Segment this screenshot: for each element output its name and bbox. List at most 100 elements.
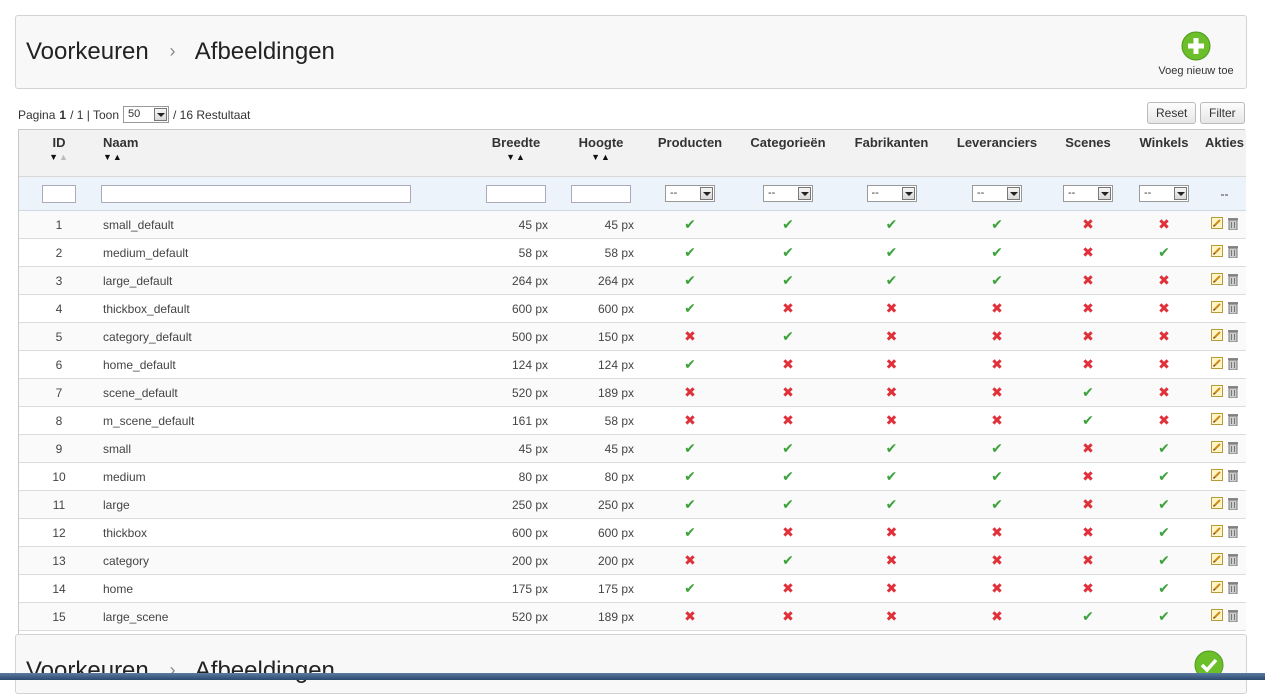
pencil-icon[interactable] [1211,581,1223,594]
pencil-icon[interactable] [1211,385,1223,398]
check-icon[interactable]: ✔ [782,468,794,484]
cross-icon[interactable]: ✖ [1082,356,1094,372]
trash-icon[interactable] [1228,217,1238,230]
cross-icon[interactable]: ✖ [1158,328,1170,344]
check-icon[interactable]: ✔ [991,440,1003,456]
check-icon[interactable]: ✔ [782,216,794,232]
trash-icon[interactable] [1228,301,1238,314]
trash-icon[interactable] [1228,525,1238,538]
cross-icon[interactable]: ✖ [782,412,794,428]
cross-icon[interactable]: ✖ [991,300,1003,316]
cross-icon[interactable]: ✖ [886,608,898,624]
cross-icon[interactable]: ✖ [1082,552,1094,568]
cross-icon[interactable]: ✖ [886,384,898,400]
check-icon[interactable]: ✔ [684,440,696,456]
cross-icon[interactable]: ✖ [886,356,898,372]
filter-width-input[interactable] [486,184,546,203]
cross-icon[interactable]: ✖ [1082,580,1094,596]
trash-icon[interactable] [1228,469,1238,482]
cross-icon[interactable]: ✖ [886,300,898,316]
cross-icon[interactable]: ✖ [991,580,1003,596]
pencil-icon[interactable] [1211,441,1223,454]
cross-icon[interactable]: ✖ [886,524,898,540]
pencil-icon[interactable] [1211,301,1223,314]
sort-width-icon[interactable]: ▼▲ [475,152,557,163]
filter-categories-select[interactable]: -- [763,185,813,202]
check-icon[interactable]: ✔ [886,216,898,232]
check-icon[interactable]: ✔ [886,496,898,512]
cross-icon[interactable]: ✖ [782,300,794,316]
check-icon[interactable]: ✔ [1082,608,1094,624]
cross-icon[interactable]: ✖ [782,580,794,596]
cross-icon[interactable]: ✖ [1082,496,1094,512]
pencil-icon[interactable] [1211,273,1223,286]
check-icon[interactable]: ✔ [991,496,1003,512]
check-icon[interactable]: ✔ [991,244,1003,260]
check-icon[interactable]: ✔ [991,272,1003,288]
cross-icon[interactable]: ✖ [684,608,696,624]
pencil-icon[interactable] [1211,357,1223,370]
trash-icon[interactable] [1228,609,1238,622]
check-icon[interactable]: ✔ [684,216,696,232]
filter-scenes-select[interactable]: -- [1063,185,1113,202]
cross-icon[interactable]: ✖ [782,384,794,400]
filter-id-input[interactable] [42,184,76,203]
check-icon[interactable]: ✔ [1158,524,1170,540]
trash-icon[interactable] [1228,581,1238,594]
pencil-icon[interactable] [1211,245,1223,258]
cross-icon[interactable]: ✖ [684,328,696,344]
cross-icon[interactable]: ✖ [1082,524,1094,540]
check-icon[interactable]: ✔ [782,272,794,288]
check-icon[interactable]: ✔ [782,552,794,568]
pencil-icon[interactable] [1211,217,1223,230]
cross-icon[interactable]: ✖ [782,608,794,624]
pencil-icon[interactable] [1211,413,1223,426]
check-icon[interactable]: ✔ [1158,608,1170,624]
cross-icon[interactable]: ✖ [1082,272,1094,288]
cross-icon[interactable]: ✖ [1082,468,1094,484]
check-icon[interactable]: ✔ [886,244,898,260]
check-icon[interactable]: ✔ [1158,580,1170,596]
pencil-icon[interactable] [1211,609,1223,622]
sort-height-icon[interactable]: ▼▲ [559,152,643,163]
cross-icon[interactable]: ✖ [991,412,1003,428]
trash-icon[interactable] [1228,553,1238,566]
check-icon[interactable]: ✔ [782,244,794,260]
check-icon[interactable]: ✔ [782,496,794,512]
check-icon[interactable]: ✔ [1158,244,1170,260]
check-icon[interactable]: ✔ [684,356,696,372]
check-icon[interactable]: ✔ [1158,496,1170,512]
cross-icon[interactable]: ✖ [1082,300,1094,316]
cross-icon[interactable]: ✖ [886,552,898,568]
check-icon[interactable]: ✔ [991,468,1003,484]
check-icon[interactable]: ✔ [1082,384,1094,400]
cross-icon[interactable]: ✖ [886,412,898,428]
filter-products-select[interactable]: -- [665,185,715,202]
check-icon[interactable]: ✔ [684,468,696,484]
check-icon[interactable]: ✔ [886,440,898,456]
cross-icon[interactable]: ✖ [991,552,1003,568]
check-icon[interactable]: ✔ [1082,412,1094,428]
cross-icon[interactable]: ✖ [1158,412,1170,428]
filter-suppliers-select[interactable]: -- [972,185,1022,202]
cross-icon[interactable]: ✖ [1082,440,1094,456]
check-icon[interactable]: ✔ [684,524,696,540]
trash-icon[interactable] [1228,497,1238,510]
trash-icon[interactable] [1228,329,1238,342]
cross-icon[interactable]: ✖ [1158,216,1170,232]
trash-icon[interactable] [1228,245,1238,258]
cross-icon[interactable]: ✖ [684,552,696,568]
trash-icon[interactable] [1228,273,1238,286]
check-icon[interactable]: ✔ [684,272,696,288]
cross-icon[interactable]: ✖ [991,356,1003,372]
check-icon[interactable]: ✔ [1158,552,1170,568]
check-icon[interactable]: ✔ [886,272,898,288]
check-icon[interactable]: ✔ [991,216,1003,232]
sort-name-icon[interactable]: ▼▲ [103,152,473,163]
cross-icon[interactable]: ✖ [886,328,898,344]
cross-icon[interactable]: ✖ [1082,244,1094,260]
trash-icon[interactable] [1228,413,1238,426]
filter-button[interactable]: Filter [1200,102,1245,124]
filter-manufacturers-select[interactable]: -- [866,185,917,202]
add-new-button[interactable]: Voeg nieuw toe [1156,31,1236,77]
